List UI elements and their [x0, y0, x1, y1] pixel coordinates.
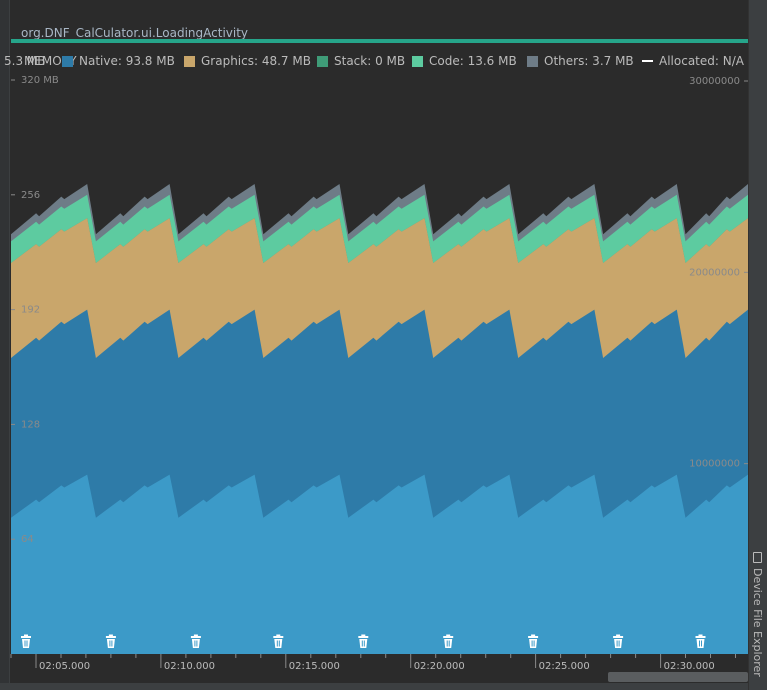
stack-swatch: [317, 55, 328, 67]
left-axis-label: 128: [21, 419, 40, 430]
legend-native[interactable]: Native: 93.8 MB: [62, 54, 175, 68]
time-axis-background: [11, 654, 748, 672]
right-axis-label: 10000000: [689, 459, 740, 470]
legend-graphics[interactable]: Graphics: 48.7 MB: [184, 54, 311, 68]
time-axis: 02:05.000 02:10.000 02:15.000 02:20.000 02:2…: [10, 654, 748, 672]
area-java: [11, 474, 748, 654]
legend-native-label: Native: 93.8 MB: [79, 54, 175, 68]
device-icon: [753, 552, 762, 563]
legend-code-label: Code: 13.6 MB: [429, 54, 517, 68]
legend-stack-label: Stack: 0 MB: [334, 54, 406, 68]
memory-profiler: org.DNF_CalCulator.ui.LoadingActivity 32…: [0, 0, 767, 690]
legend-code[interactable]: Code: 13.6 MB: [412, 54, 517, 68]
horizontal-scrollbar-thumb[interactable]: [608, 672, 748, 682]
time-tick-label: 02:30.000: [664, 661, 715, 672]
left-axis-label: 320 MB: [21, 75, 59, 86]
code-swatch: [412, 55, 423, 67]
legend-others[interactable]: Others: 3.7 MB: [527, 54, 634, 68]
right-axis-label: 20000000: [689, 267, 740, 278]
legend-allocated-label: Allocated: N/A: [659, 54, 744, 68]
left-axis-label: 64: [21, 534, 34, 545]
time-tick-label: 02:25.000: [539, 661, 590, 672]
memory-legend: 5.3 MB MEMORY Native: 93.8 MB Graphics: …: [0, 54, 748, 72]
memory-area-series: [11, 184, 748, 655]
native-swatch: [62, 55, 73, 67]
time-tick-label: 02:15.000: [289, 661, 340, 672]
device-file-explorer-tab[interactable]: Device File Explorer: [750, 552, 766, 677]
time-tick-label: 02:20.000: [414, 661, 465, 672]
legend-others-label: Others: 3.7 MB: [544, 54, 634, 68]
allocated-dashed-swatch: [642, 59, 653, 63]
others-swatch: [527, 55, 538, 67]
time-tick-label: 02:05.000: [39, 661, 90, 672]
bottom-scrollbar-track: [0, 683, 748, 690]
right-axis-label: 30000000: [689, 76, 740, 87]
graphics-swatch: [184, 55, 195, 67]
device-file-explorer-label: Device File Explorer: [751, 568, 764, 677]
legend-graphics-label: Graphics: 48.7 MB: [201, 54, 311, 68]
left-axis-label: 256: [21, 190, 40, 201]
memory-chart[interactable]: 320 MB 256 192 128 64 30000000 20000000 1000000…: [0, 0, 767, 690]
legend-allocated[interactable]: Allocated: N/A: [642, 54, 744, 68]
left-axis-label: 192: [21, 305, 40, 316]
legend-stack[interactable]: Stack: 0 MB: [317, 54, 405, 68]
time-tick-label: 02:10.000: [164, 661, 215, 672]
